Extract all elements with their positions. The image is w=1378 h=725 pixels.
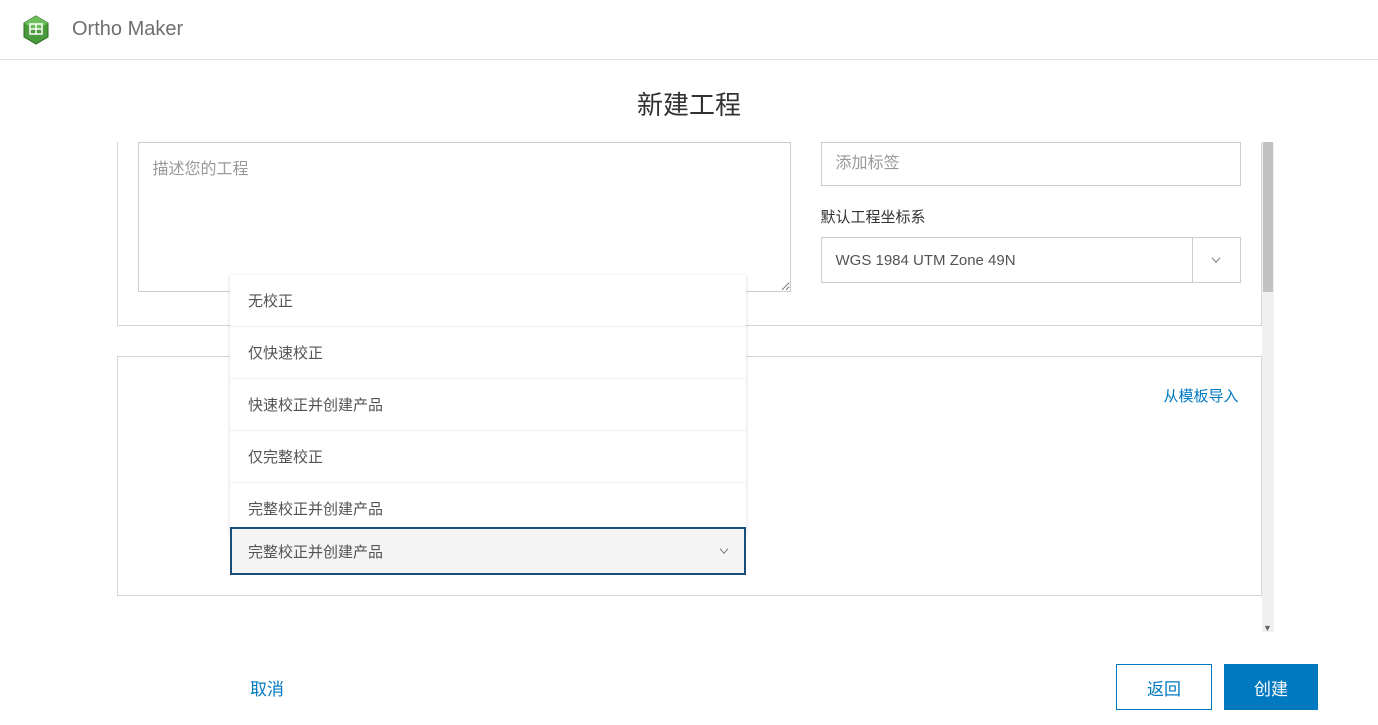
dropdown-option[interactable]: 仅完整校正 [230,431,746,483]
chevron-down-icon [717,544,731,558]
scrollbar[interactable]: ▲ ▼ [1262,142,1274,632]
scrollbar-thumb[interactable] [1263,142,1273,292]
scroll-down-icon[interactable]: ▼ [1262,622,1274,634]
coord-system-label: 默认工程坐标系 [821,206,1241,227]
processing-mode-arrow[interactable] [704,544,744,558]
chevron-down-icon [1209,253,1223,267]
create-button[interactable]: 创建 [1224,664,1318,710]
app-title: Ortho Maker [72,18,183,41]
description-textarea[interactable] [138,142,791,292]
tags-input[interactable] [821,142,1241,186]
back-button[interactable]: 返回 [1116,664,1212,710]
dropdown-option[interactable]: 无校正 [230,275,746,327]
app-logo-icon [20,14,52,46]
processing-mode-dropdown: 无校正 仅快速校正 快速校正并创建产品 仅完整校正 完整校正并创建产品 [230,275,746,534]
dropdown-option[interactable]: 快速校正并创建产品 [230,379,746,431]
coord-system-arrow-button[interactable] [1192,238,1240,282]
coord-system-value: WGS 1984 UTM Zone 49N [822,238,1192,282]
processing-mode-value: 完整校正并创建产品 [232,541,704,562]
app-header: Ortho Maker [0,0,1378,60]
dropdown-option[interactable]: 仅快速校正 [230,327,746,379]
cancel-button[interactable]: 取消 [250,675,284,700]
import-from-template-link[interactable]: 从模板导入 [1163,385,1238,406]
coord-system-select[interactable]: WGS 1984 UTM Zone 49N [821,237,1241,283]
page-title: 新建工程 [0,85,1378,122]
processing-mode-select[interactable]: 完整校正并创建产品 [230,527,746,575]
footer-actions: 取消 返回 创建 [0,664,1378,710]
